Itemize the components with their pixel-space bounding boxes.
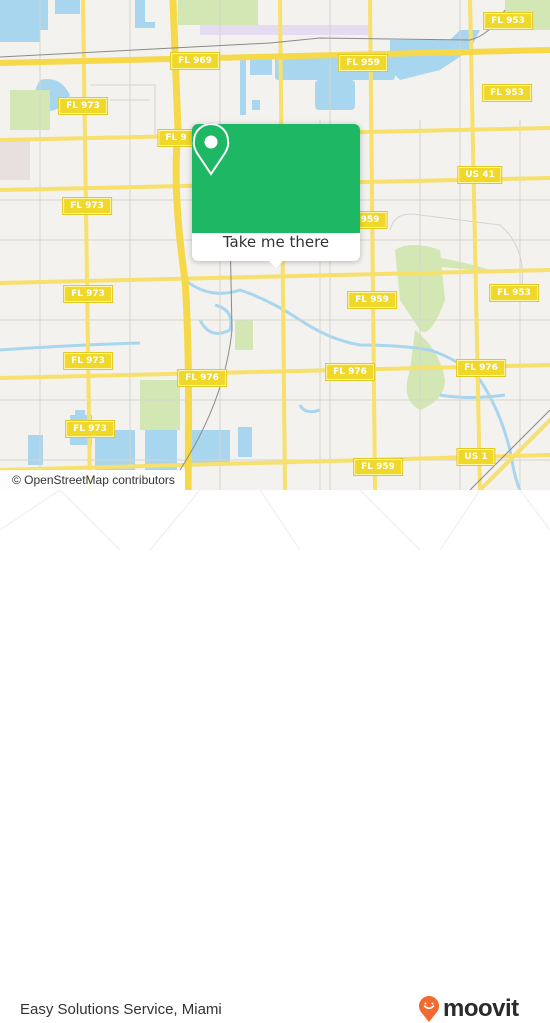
take-me-there-button[interactable]: Take me there [192,233,360,261]
route-shield-us1: US 1 [456,448,496,466]
route-shield-fl959: FL 959 [353,458,403,476]
route-shield-fl959: FL 959 [347,291,397,309]
location-popup: Take me there [192,124,360,268]
airport-runway [200,25,370,35]
route-shield-us41: US 41 [457,166,503,184]
route-shield-fl976: FL 976 [325,363,375,381]
map-pin-icon [192,124,230,176]
route-shield-fl953: FL 953 [483,12,533,30]
popup-header[interactable] [192,124,360,233]
place-name: Easy Solutions Service, Miami [20,1001,222,1018]
moovit-pin-icon [419,996,439,1022]
footer-pattern [0,490,550,550]
moovit-logo[interactable]: moovit [418,995,519,1023]
route-shield-fl973: FL 973 [58,97,108,115]
route-shield-fl976: FL 976 [456,359,506,377]
route-shield-fl953: FL 953 [482,84,532,102]
route-shield-fl973: FL 973 [62,197,112,215]
route-shield-fl973: FL 973 [63,352,113,370]
brand-name: moovit [443,995,519,1022]
footer: Easy Solutions Service, Miami moovit [0,490,550,1022]
route-shield-fl973: FL 973 [63,285,113,303]
route-shield-fl976: FL 976 [177,369,227,387]
map[interactable]: FL 953 FL 969 FL 959 FL 953 FL 973 FL 9 … [0,0,550,490]
route-shield-fl953: FL 953 [489,284,539,302]
route-shield-fl973: FL 973 [65,420,115,438]
map-attribution[interactable]: © OpenStreetMap contributors [0,470,185,490]
route-shield-fl9-partial: FL 9 [157,129,195,147]
route-shield-fl969: FL 969 [170,52,220,70]
route-shield-fl959: FL 959 [338,54,388,72]
industrial-area [0,140,30,180]
popup-pointer [268,260,284,268]
